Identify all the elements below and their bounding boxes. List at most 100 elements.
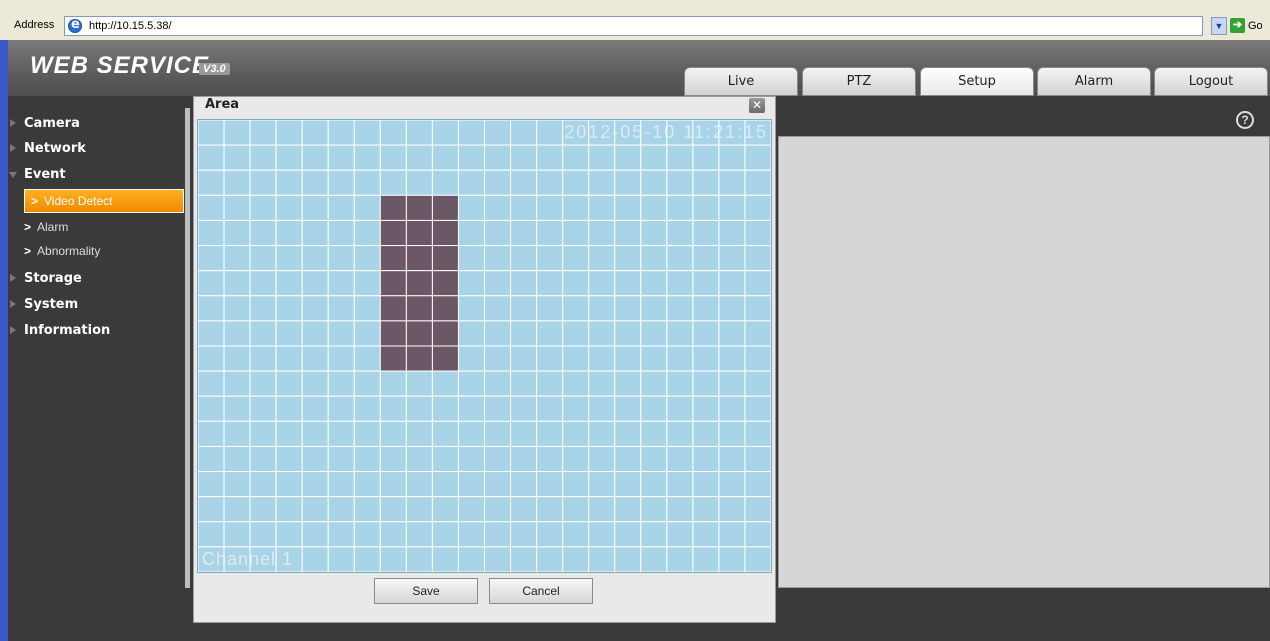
grid-cell[interactable]: [640, 270, 668, 297]
grid-cell[interactable]: [536, 521, 564, 548]
grid-cell[interactable]: [588, 245, 616, 272]
address-field[interactable]: http://10.15.5.38/: [64, 16, 1203, 36]
tab-alarm[interactable]: Alarm: [1037, 67, 1151, 96]
grid-cell[interactable]: [431, 546, 459, 572]
grid-cell[interactable]: [640, 445, 668, 473]
grid-cell[interactable]: [223, 194, 251, 221]
grid-cell[interactable]: [562, 295, 590, 322]
grid-cell[interactable]: [718, 270, 746, 297]
sidebar-item-network[interactable]: Network: [10, 141, 86, 156]
grid-cell[interactable]: [431, 521, 459, 548]
grid-cell[interactable]: [640, 169, 668, 196]
grid-cell[interactable]: [640, 370, 668, 397]
grid-cell[interactable]: [536, 395, 564, 422]
grid-cell[interactable]: [718, 345, 746, 372]
grid-cell[interactable]: [744, 245, 771, 272]
grid-cell[interactable]: [457, 219, 486, 247]
grid-cell[interactable]: [327, 546, 355, 572]
grid-cell-selected[interactable]: [431, 245, 459, 272]
grid-cell[interactable]: [223, 270, 251, 297]
grid-cell[interactable]: [405, 395, 433, 422]
grid-cell[interactable]: [249, 144, 277, 171]
grid-cell[interactable]: [666, 496, 694, 523]
grid-cell[interactable]: [249, 194, 277, 221]
grid-cell[interactable]: [223, 496, 251, 523]
grid-cell[interactable]: [301, 320, 329, 347]
grid-cell[interactable]: [536, 445, 564, 473]
grid-cell[interactable]: [510, 345, 538, 372]
grid-cell[interactable]: [562, 320, 590, 347]
grid-cell[interactable]: [666, 471, 694, 498]
tab-setup[interactable]: Setup: [920, 67, 1034, 96]
grid-cell[interactable]: [588, 445, 616, 473]
grid-cell[interactable]: [379, 395, 407, 422]
grid-cell[interactable]: [536, 270, 564, 297]
grid-cell[interactable]: [275, 370, 303, 397]
grid-cell[interactable]: [223, 471, 251, 498]
grid-cell[interactable]: [249, 245, 277, 272]
sidebar-item-storage[interactable]: Storage: [10, 271, 82, 286]
grid-cell[interactable]: [249, 120, 277, 146]
grid-cell[interactable]: [431, 169, 459, 196]
grid-cell-selected[interactable]: [405, 245, 433, 272]
grid-cell[interactable]: [562, 546, 590, 572]
grid-cell[interactable]: [198, 295, 225, 322]
grid-cell[interactable]: [353, 420, 381, 447]
grid-cell[interactable]: [562, 245, 590, 272]
grid-cell[interactable]: [198, 120, 225, 146]
grid-cell[interactable]: [327, 521, 355, 548]
grid-cell[interactable]: [484, 320, 512, 347]
grid-cell[interactable]: [353, 169, 381, 196]
grid-cell[interactable]: [249, 370, 277, 397]
grid-cell[interactable]: [484, 546, 512, 572]
grid-cell[interactable]: [640, 345, 668, 372]
grid-cell[interactable]: [353, 144, 381, 171]
grid-cell[interactable]: [692, 471, 720, 498]
grid-cell[interactable]: [536, 496, 564, 523]
grid-cell[interactable]: [379, 120, 407, 146]
grid-cell[interactable]: [249, 345, 277, 372]
grid-cell[interactable]: [510, 270, 538, 297]
grid-cell[interactable]: [640, 496, 668, 523]
grid-cell[interactable]: [510, 471, 538, 498]
grid-cell[interactable]: [536, 546, 564, 572]
grid-cell[interactable]: [692, 546, 720, 572]
grid-cell[interactable]: [692, 295, 720, 322]
address-dropdown-button[interactable]: ▼: [1211, 17, 1227, 35]
grid-cell[interactable]: [692, 496, 720, 523]
grid-cell[interactable]: [744, 445, 771, 473]
grid-cell[interactable]: [510, 370, 538, 397]
sidebar-subitem-video-detect[interactable]: > Video Detect: [24, 189, 184, 213]
grid-cell[interactable]: [614, 345, 642, 372]
grid-cell[interactable]: [562, 194, 590, 221]
grid-cell[interactable]: [562, 420, 590, 447]
grid-cell[interactable]: [327, 120, 355, 146]
grid-cell[interactable]: [536, 420, 564, 447]
grid-cell[interactable]: [431, 471, 459, 498]
grid-cell[interactable]: [484, 295, 512, 322]
grid-cell[interactable]: [536, 194, 564, 221]
grid-cell[interactable]: [744, 169, 771, 196]
grid-cell[interactable]: [379, 546, 407, 572]
grid-cell[interactable]: [562, 496, 590, 523]
grid-cell[interactable]: [744, 546, 771, 572]
grid-cell[interactable]: [198, 144, 225, 171]
tab-logout[interactable]: Logout: [1154, 67, 1268, 96]
grid-cell[interactable]: [588, 169, 616, 196]
grid-cell[interactable]: [510, 496, 538, 523]
grid-cell[interactable]: [718, 370, 746, 397]
grid-cell-selected[interactable]: [405, 270, 433, 297]
grid-cell[interactable]: [640, 395, 668, 422]
grid-cell[interactable]: [692, 219, 720, 247]
grid-cell[interactable]: [718, 169, 746, 196]
grid-cell[interactable]: [744, 496, 771, 523]
grid-cell[interactable]: [614, 194, 642, 221]
grid-cell[interactable]: [301, 194, 329, 221]
grid-cell[interactable]: [301, 420, 329, 447]
grid-cell-selected[interactable]: [405, 345, 433, 372]
sidebar-item-information[interactable]: Information: [10, 323, 110, 338]
grid-cell[interactable]: [431, 395, 459, 422]
grid-cell[interactable]: [353, 120, 381, 146]
grid-cell[interactable]: [718, 295, 746, 322]
grid-cell[interactable]: [718, 219, 746, 247]
